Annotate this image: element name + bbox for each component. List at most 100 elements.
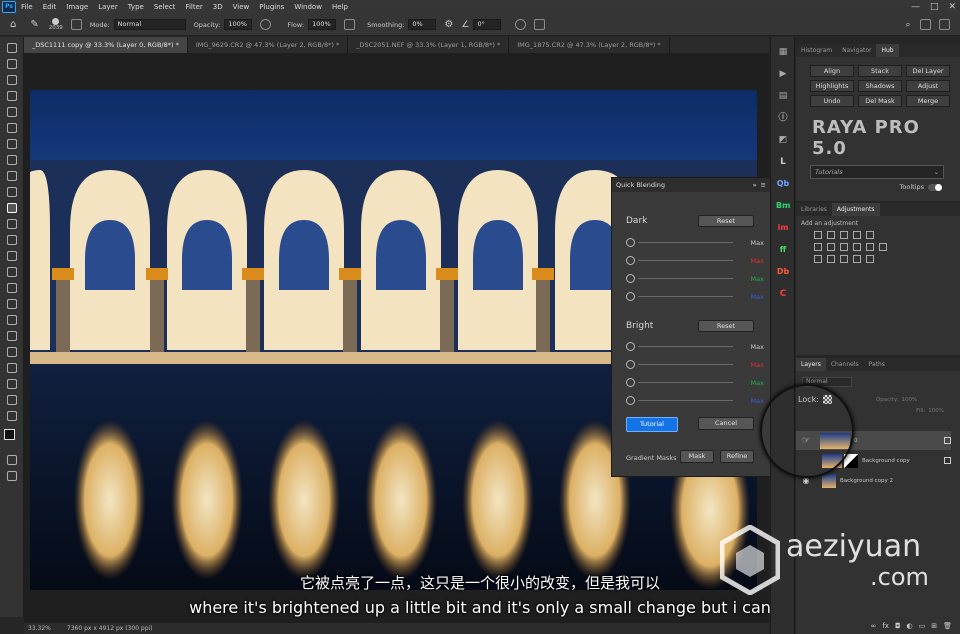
history-brush-tool-icon[interactable] [7,235,17,245]
new-group-icon[interactable]: ▭ [919,622,926,634]
dark-reset-button[interactable]: Reset [698,215,754,227]
menu-plugins[interactable]: Plugins [254,3,289,11]
maximize-icon[interactable]: □ [930,2,939,12]
slider-knob[interactable] [626,274,635,283]
refine-button[interactable]: Refine [720,450,754,463]
search-icon[interactable]: ⌕ [905,20,910,30]
brush-settings-icon[interactable] [70,19,82,30]
color-swatches[interactable] [4,429,20,445]
opacity-input[interactable]: 100% [224,19,253,30]
tab-img1875[interactable]: IMG_1875.CR2 @ 47.3% (Layer 2, RGB/8*) * [509,37,670,53]
brightness-icon[interactable] [814,231,822,239]
color-balance-icon[interactable] [827,243,835,251]
patch-tool-icon[interactable] [7,155,17,165]
dark-slider-red[interactable]: Max [626,256,764,266]
close-icon[interactable]: ✕ [948,2,956,12]
slider-knob[interactable] [626,256,635,265]
menu-select[interactable]: Select [149,3,181,11]
link-icon[interactable]: ∞ [871,622,877,634]
bright-slider-luminosity[interactable]: Max [626,342,764,352]
gradient-tool-icon[interactable] [7,267,17,277]
bright-reset-button[interactable]: Reset [698,320,754,332]
invert-icon[interactable] [814,255,822,263]
gradient-map-icon[interactable] [853,255,861,263]
photo-filter-icon[interactable] [853,243,861,251]
airbrush-icon[interactable] [344,19,356,30]
layer-name[interactable]: 0 [854,438,858,444]
c-plugin-icon[interactable]: C [776,287,790,301]
delete-icon[interactable]: 🗑 [943,622,952,634]
slider-knob[interactable] [626,342,635,351]
cancel-button[interactable]: Cancel [698,417,754,430]
marquee-tool-icon[interactable] [7,59,17,69]
pen-tool-icon[interactable] [7,315,17,325]
brush-preset-picker[interactable]: 2039 [49,18,63,31]
selective-color-icon[interactable] [866,255,874,263]
brush-tool-icon[interactable] [7,203,17,213]
dark-slider-green[interactable]: Max [626,274,764,284]
quick-blending-icon[interactable]: Qb [776,177,790,191]
type-tool-icon[interactable] [7,331,17,341]
workspace-icon[interactable] [920,19,932,30]
slider-knob[interactable] [626,378,635,387]
zoom-tool-icon[interactable] [7,395,17,405]
eyedropper-tool-icon[interactable] [7,123,17,133]
stamp-tool-icon[interactable] [7,219,17,229]
history-icon[interactable]: ▦ [776,45,790,59]
pressure-opacity-icon[interactable] [260,19,272,30]
frame-tool-icon[interactable] [7,171,17,181]
tab-img9629[interactable]: IMG_9629.CR2 @ 47.3% (Layer 2, RGB/8*) * [188,37,349,53]
home-icon[interactable]: ⌂ [10,19,16,30]
tutorials-select[interactable]: Tutorials ⌄ [810,165,944,179]
menu-filter[interactable]: Filter [180,3,207,11]
info-icon[interactable]: ⓘ [776,111,790,125]
add-mask-icon[interactable]: ◘ [895,622,901,634]
shape-tool-icon[interactable] [7,363,17,373]
del-layer-button[interactable]: Del Layer [906,65,950,77]
posterize-icon[interactable] [827,255,835,263]
menu-window[interactable]: Window [289,3,327,11]
new-layer-icon[interactable]: ⊞ [931,622,937,634]
tab-dsc1111[interactable]: _DSC1111 copy @ 33.3% (Layer 0, RGB/8*) … [24,37,188,53]
angle-input[interactable]: 0° [473,19,502,30]
crop-tool-icon[interactable] [7,107,17,117]
menu-edit[interactable]: Edit [38,3,62,11]
opacity-value[interactable]: 100% [902,397,918,403]
tab-hub[interactable]: Hub [876,44,899,57]
hand-tool-icon[interactable] [7,379,17,389]
collapse-icon[interactable]: » [753,181,757,189]
eraser-tool-icon[interactable] [7,251,17,261]
layer-name[interactable]: Background copy [862,458,910,464]
quick-mask-icon[interactable] [7,455,17,465]
menu-help[interactable]: Help [327,3,353,11]
tab-layers[interactable]: Layers [796,358,826,371]
slider-knob[interactable] [626,360,635,369]
menu-view[interactable]: View [228,3,255,11]
dark-slider-blue[interactable]: Max [626,292,764,302]
smoothing-input[interactable]: 0% [408,19,437,30]
levels-icon[interactable] [827,231,835,239]
tab-channels[interactable]: Channels [826,358,864,371]
tab-adjustments[interactable]: Adjustments [831,203,880,216]
slider-knob[interactable] [626,396,635,405]
quick-blending-header[interactable]: Quick Blending » ≡ [612,178,770,192]
channel-mixer-icon[interactable] [866,243,874,251]
menu-type[interactable]: Type [123,3,149,11]
panel-menu-icon[interactable]: ≡ [761,181,766,189]
del-mask-button[interactable]: Del Mask [858,95,902,107]
bright-slider-blue[interactable]: Max [626,396,764,406]
fill-value[interactable]: 100% [928,408,944,414]
tab-libraries[interactable]: Libraries [796,203,832,216]
healing-tool-icon[interactable] [7,139,17,149]
tab-histogram[interactable]: Histogram [796,44,837,57]
blur-tool-icon[interactable] [7,283,17,293]
undo-button[interactable]: Undo [810,95,854,107]
menu-image[interactable]: Image [61,3,93,11]
tab-paths[interactable]: Paths [864,358,890,371]
path-select-tool-icon[interactable] [7,347,17,357]
color-lookup-icon[interactable] [879,243,887,251]
quick-select-tool-icon[interactable] [7,91,17,101]
bm-plugin-icon[interactable]: Bm [776,199,790,213]
db-plugin-icon[interactable]: Db [776,265,790,279]
tab-navigator[interactable]: Navigator [837,44,876,57]
